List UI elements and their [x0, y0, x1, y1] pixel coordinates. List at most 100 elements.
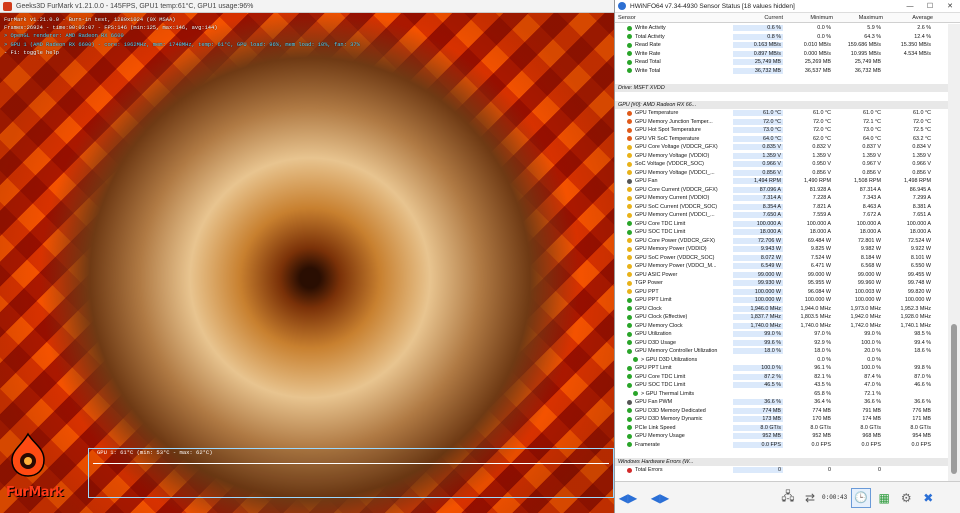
- clock-icon[interactable]: 🕒: [851, 487, 872, 508]
- sensor-row[interactable]: GPU Memory Junction Temper... 72.0 °C 72.0…: [615, 118, 949, 127]
- sensor-name: > GPU D3D Utilizations: [641, 356, 698, 363]
- close-sensors-icon[interactable]: ✖: [919, 489, 937, 507]
- sensor-group-row[interactable]: Windows Hardware Errors (W...: [615, 457, 949, 466]
- sensor-row[interactable]: GPU SOC TDC Limit 18.000 A 18.000 A 18.000 …: [615, 228, 949, 237]
- sensor-row[interactable]: GPU Memory Controller Utilization 18.0 % 1…: [615, 347, 949, 356]
- sensor-minimum: 1,944.0 MHz: [800, 305, 831, 312]
- sensor-name: GPU Core Power (VDDCR_GFX): [635, 237, 715, 244]
- sensor-current: 72.706 W: [733, 237, 783, 244]
- sensor-icon: [627, 289, 632, 295]
- hwinfo-footer: ◀▶ ◀▶ 🖧 ⇄ 0:00:43 🕒 ▦ ⚙ ✖: [615, 481, 960, 513]
- sensor-row[interactable]: GPU Memory Power (VDDIO) 9.943 W 9.825 W 9.…: [615, 245, 949, 254]
- furmark-titlebar[interactable]: Geeks3D FurMark v1.21.0.0 - 145FPS, GPU1…: [0, 0, 614, 13]
- sensor-row[interactable]: GPU Clock 1,946.0 MHz 1,944.0 MHz 1,973.0 M…: [615, 305, 949, 314]
- sensor-row[interactable]: GPU Core TDC Limit 87.2 % 82.1 % 87.4 % 87.0…: [615, 373, 949, 382]
- sensor-name: GPU Utilization: [635, 331, 672, 338]
- sensor-row[interactable]: GPU D3D Memory Dynamic 173 MB 170 MB 174 MB…: [615, 415, 949, 424]
- sensor-row[interactable]: GPU Fan 1,494 RPM 1,490 RPM 1,508 RPM 1,498 …: [615, 177, 949, 186]
- sensor-row[interactable]: Read Rate 0.163 MB/s 0.010 MB/s 159.686 MB/…: [615, 41, 949, 50]
- sensor-average: 87.0 %: [914, 373, 931, 380]
- sensor-row[interactable]: GPU Utilization 99.0 % 97.0 % 99.0 % 98.5 %: [615, 330, 949, 339]
- sensor-name-cell: GPU Memory Voltage (VDDIO): [615, 153, 733, 159]
- sensor-row[interactable]: GPU PPT Limit 100.000 W 100.000 W 100.000 W…: [615, 296, 949, 305]
- sensor-average: 99.748 W: [907, 280, 931, 287]
- sensor-table-scrollbar[interactable]: [948, 24, 960, 481]
- sensor-maximum: 159.686 MB/s: [847, 42, 881, 49]
- hwinfo-titlebar[interactable]: HWiNFO64 v7.34-4930 Sensor Status [18 va…: [615, 0, 960, 13]
- sensor-row[interactable]: Write Total 36,732 MB 36,537 MB 36,732 MB: [615, 67, 949, 76]
- sensor-row[interactable]: Framerate 0.0 FPS 0.0 FPS 0.0 FPS 0.0 FPS: [615, 441, 949, 450]
- sensor-row[interactable]: PCIe Link Speed 8.0 GT/s 8.0 GT/s 8.0 GT/s 8…: [615, 424, 949, 433]
- sensor-row[interactable]: GPU Fan PWM 36.6 % 36.4 % 36.6 % 36.6 %: [615, 398, 949, 407]
- sensor-row[interactable]: GPU Core Power (VDDCR_GFX) 72.706 W 69.484…: [615, 237, 949, 246]
- sensor-name: GPU PPT Limit: [635, 297, 672, 304]
- sensor-name: GPU D3D Memory Dedicated: [635, 407, 706, 414]
- sensor-row[interactable]: GPU SoC Power (VDDCR_SOC) 8.072 W 7.524 W 8…: [615, 254, 949, 263]
- sensor-row[interactable]: GPU Clock (Effective) 1,837.7 MHz 1,803.5 …: [615, 313, 949, 322]
- sensor-row[interactable]: SoC Voltage (VDDCR_SOC) 0.966 V 0.950 V 0.9…: [615, 160, 949, 169]
- sensor-name-cell: GPU Core TDC Limit: [615, 221, 733, 227]
- sensor-row[interactable]: GPU Memory Clock 1,740.0 MHz 1,740.0 MHz 1,…: [615, 322, 949, 331]
- sensor-row[interactable]: > GPU D3D Utilizations 0.0 % 0.0 %: [615, 356, 949, 365]
- sensor-name: > GPU Thermal Limits: [641, 390, 695, 397]
- sensor-row[interactable]: GPU Memory Current (VDDCI_... 7.650 A 7.55…: [615, 211, 949, 220]
- close-icon[interactable]: ✕: [940, 2, 960, 10]
- sensor-row[interactable]: TGP Power 99.930 W 95.955 W 99.960 W 99.748 …: [615, 279, 949, 288]
- sensor-row[interactable]: GPU Memory Voltage (VDDIO) 1.359 V 1.359 V…: [615, 152, 949, 161]
- add-report-icon[interactable]: ▦: [875, 489, 893, 507]
- sensor-row[interactable]: GPU D3D Usage 99.6 % 92.9 % 100.0 % 99.4 %: [615, 339, 949, 348]
- sensor-row[interactable]: Total Activity 0.8 % 0.0 % 64.3 % 12.4 %: [615, 33, 949, 42]
- sensor-current: 6.549 W: [733, 263, 783, 270]
- sensor-row[interactable]: Write Activity 0.6 % 0.0 % 5.9 % 2.6 %: [615, 24, 949, 33]
- sensor-row[interactable]: GPU VR SoC Temperature 64.0 °C 62.0 °C 64.0…: [615, 135, 949, 144]
- sensor-name-cell: Write Rate: [615, 51, 733, 57]
- sensor-row[interactable]: GPU Memory Voltage (VDDCI_... 0.856 V 0.85…: [615, 169, 949, 178]
- sensor-row[interactable]: GPU D3D Memory Dedicated 774 MB 774 MB 791 …: [615, 407, 949, 416]
- sensor-group-row[interactable]: GPU [#0]: AMD Radeon RX 66...: [615, 100, 949, 109]
- sensor-row[interactable]: GPU Temperature 61.0 °C 61.0 °C 61.0 °C 61.0…: [615, 109, 949, 118]
- sensor-average: 776 MB: [912, 407, 931, 414]
- sensor-current: 8.0 GT/s: [733, 424, 783, 431]
- column-minimum[interactable]: Minimum: [783, 13, 833, 22]
- sensor-current: 8.072 W: [733, 254, 783, 261]
- minimize-icon[interactable]: —: [900, 3, 920, 10]
- sensor-row[interactable]: GPU Memory Current (VDDIO) 7.314 A 7.228 A…: [615, 194, 949, 203]
- sensor-name-cell: GPU Clock (Effective): [615, 314, 733, 320]
- sensor-maximum: 10.995 MB/s: [850, 50, 881, 57]
- sensor-row[interactable]: Write Rate 0.897 MB/s 0.000 MB/s 10.995 MB/…: [615, 50, 949, 59]
- sensor-row[interactable]: Total Errors 0 0 0: [615, 466, 949, 475]
- column-current[interactable]: Current: [733, 13, 783, 22]
- nav-arrows-left-icon[interactable]: ◀▶: [619, 489, 637, 507]
- sensor-average: 8.381 A: [912, 203, 931, 210]
- sensor-row[interactable]: GPU PPT Limit 100.0 % 96.1 % 100.0 % 99.8 %: [615, 364, 949, 373]
- nav-arrows-right-icon[interactable]: ◀▶: [651, 489, 669, 507]
- sensor-row[interactable]: > GPU Thermal Limits 65.8 % 72.1 %: [615, 390, 949, 399]
- sensor-average: 18.6 %: [914, 348, 931, 355]
- sensor-row[interactable]: GPU Hot Spot Temperature 73.0 °C 72.0 °C 73…: [615, 126, 949, 135]
- sensor-row[interactable]: GPU Core Voltage (VDDCR_GFX) 0.835 V 0.832…: [615, 143, 949, 152]
- sensor-row[interactable]: Read Total 25,749 MB 25,269 MB 25,749 MB: [615, 58, 949, 67]
- sensor-row[interactable]: GPU Core TDC Limit 100.000 A 100.000 A 100.…: [615, 220, 949, 229]
- sensor-row[interactable]: GPU Core Current (VDDCR_GFX) 87.096 A 81.9…: [615, 186, 949, 195]
- sensor-row[interactable]: GPU ASIC Power 99.000 W 99.000 W 99.000 W 99…: [615, 271, 949, 280]
- network-icon[interactable]: 🖧: [779, 489, 797, 507]
- sensor-current: 100.000 W: [733, 297, 783, 304]
- sensor-maximum: 0.0 %: [867, 356, 881, 363]
- sensor-row[interactable]: GPU Memory Usage 952 MB 952 MB 968 MB 954 MB: [615, 432, 949, 441]
- sensor-row[interactable]: GPU Memory Power (VDDCI_M... 6.549 W 6.471…: [615, 262, 949, 271]
- column-sensor[interactable]: Sensor: [615, 13, 733, 22]
- sensor-group-row[interactable]: Drive: MSFT XVDD: [615, 83, 949, 92]
- sensor-icon: [627, 467, 632, 473]
- settings-icon[interactable]: ⚙: [897, 489, 915, 507]
- column-maximum[interactable]: Maximum: [833, 13, 883, 22]
- sensor-row[interactable]: GPU SOC TDC Limit 46.5 % 43.5 % 47.0 % 46.6 …: [615, 381, 949, 390]
- sensor-row[interactable]: GPU SoC Current (VDDCR_SOC) 8.354 A 7.821 …: [615, 203, 949, 212]
- scrollbar-thumb[interactable]: [951, 324, 957, 474]
- maximize-icon[interactable]: ☐: [920, 2, 940, 10]
- sensor-name: Read Total: [635, 59, 661, 66]
- sensor-name: Framerate: [635, 441, 660, 448]
- sync-icon[interactable]: ⇄: [801, 489, 819, 507]
- sensor-row[interactable]: GPU PPT 100.000 W 96.084 W 100.003 W 99.820 …: [615, 288, 949, 297]
- column-average[interactable]: Average: [883, 13, 933, 22]
- sensor-name-cell: Framerate: [615, 442, 733, 448]
